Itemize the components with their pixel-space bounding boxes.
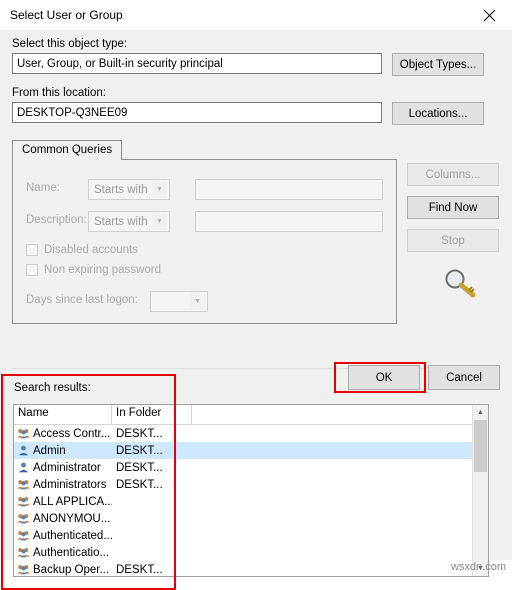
row-folder-cell: DESKT... xyxy=(116,444,163,457)
column-header-in-folder[interactable]: In Folder xyxy=(112,405,192,424)
row-folder-cell: DESKT... xyxy=(116,563,163,576)
group-icon xyxy=(17,427,30,440)
object-type-input[interactable]: User, Group, or Built-in security princi… xyxy=(12,53,382,74)
table-row[interactable]: Access Contr... DESKT... xyxy=(14,425,488,442)
name-label: Name: xyxy=(26,182,60,194)
watermark: wsxdn.com xyxy=(450,561,506,573)
table-row[interactable]: Administrator DESKT... xyxy=(14,459,488,476)
description-label: Description: xyxy=(26,214,87,226)
row-folder-cell: DESKT... xyxy=(116,461,163,474)
column-header-blank[interactable] xyxy=(192,405,488,424)
user-icon xyxy=(17,461,30,474)
list-rows: Access Contr... DESKT... Admin DESKT... Admi… xyxy=(14,425,488,576)
table-row[interactable]: ANONYMOU... xyxy=(14,510,488,527)
object-type-section: Select this object type: User, Group, or… xyxy=(12,30,500,76)
group-icon xyxy=(17,512,30,525)
tab-strip: Common Queries xyxy=(12,139,500,160)
horizontal-separator xyxy=(12,368,500,369)
row-name-text: ALL APPLICA... xyxy=(33,495,112,508)
close-glyph xyxy=(483,9,496,21)
location-label: From this location: xyxy=(12,87,106,99)
row-name-cell: Administrators xyxy=(14,478,112,491)
days-since-logon-label: Days since last logon: xyxy=(26,294,138,306)
name-operator-select[interactable]: Starts with ▼ xyxy=(88,179,170,200)
tab-common-queries[interactable]: Common Queries xyxy=(12,140,123,160)
row-name-cell: Access Contr... xyxy=(14,427,112,440)
row-name-text: Backup Oper... xyxy=(33,563,110,576)
checkbox-icon[interactable] xyxy=(26,244,38,256)
cancel-button[interactable]: Cancel xyxy=(428,365,500,390)
group-icon xyxy=(17,529,30,542)
group-icon xyxy=(17,563,30,576)
ok-button[interactable]: OK xyxy=(348,365,420,390)
side-button-column: Columns... Find Now Stop xyxy=(407,159,499,324)
location-section: From this location: DESKTOP-Q3NEE09 Loca… xyxy=(12,87,500,125)
row-folder-cell: DESKT... xyxy=(116,427,163,440)
chevron-down-icon: ▼ xyxy=(152,181,167,198)
table-row[interactable]: ALL APPLICA... xyxy=(14,493,488,510)
table-row[interactable]: Admin DESKT... xyxy=(14,442,488,459)
row-name-text: Authenticatio... xyxy=(33,546,110,559)
location-row: DESKTOP-Q3NEE09 Locations... xyxy=(12,102,500,125)
object-type-label: Select this object type: xyxy=(12,38,128,50)
group-icon xyxy=(17,478,30,491)
row-name-cell: Authenticatio... xyxy=(14,546,112,559)
row-name-cell: Administrator xyxy=(14,461,112,474)
row-name-text: Administrator xyxy=(33,461,101,474)
group-icon xyxy=(17,546,30,559)
days-since-logon-select[interactable]: ▼ xyxy=(150,291,208,312)
scrollbar-thumb[interactable] xyxy=(474,420,487,472)
row-name-cell: ALL APPLICA... xyxy=(14,495,112,508)
non-expiring-password-label: Non expiring password xyxy=(44,264,161,276)
search-results-label: Search results: xyxy=(14,382,91,394)
stop-button[interactable]: Stop xyxy=(407,229,499,252)
location-input[interactable]: DESKTOP-Q3NEE09 xyxy=(12,102,382,123)
row-name-text: Admin xyxy=(33,444,66,457)
query-panel: Common Queries Name: Starts with ▼ Descr… xyxy=(12,139,500,324)
row-name-cell: ANONYMOU... xyxy=(14,512,112,525)
column-header-name[interactable]: Name xyxy=(14,405,112,424)
name-operator-value: Starts with xyxy=(94,183,148,196)
title-bar: Select User or Group xyxy=(0,0,512,30)
chevron-down-icon: ▼ xyxy=(152,213,167,230)
scroll-up-icon[interactable]: ▲ xyxy=(473,405,488,420)
window-title: Select User or Group xyxy=(10,8,123,22)
row-name-text: Authenticated... xyxy=(33,529,112,542)
list-header: Name In Folder xyxy=(14,405,488,425)
description-value-input[interactable] xyxy=(195,211,383,232)
table-row[interactable]: Backup Oper... DESKT... xyxy=(14,561,488,576)
row-name-text: Access Contr... xyxy=(33,427,111,440)
object-type-row: User, Group, or Built-in security princi… xyxy=(12,53,500,76)
vertical-scrollbar[interactable]: ▲ ▼ xyxy=(472,405,488,576)
common-queries-panel: Name: Starts with ▼ Description: Starts … xyxy=(12,159,397,324)
table-row[interactable]: Administrators DESKT... xyxy=(14,476,488,493)
checkbox-icon[interactable] xyxy=(26,264,38,276)
disabled-accounts-label: Disabled accounts xyxy=(44,244,138,256)
table-row[interactable]: Authenticatio... xyxy=(14,544,488,561)
description-operator-value: Starts with xyxy=(94,215,148,228)
find-now-button[interactable]: Find Now xyxy=(407,196,499,219)
chevron-down-icon: ▼ xyxy=(190,293,205,310)
row-name-text: ANONYMOU... xyxy=(33,512,111,525)
group-icon xyxy=(17,495,30,508)
table-row[interactable]: Authenticated... xyxy=(14,527,488,544)
row-name-cell: Admin xyxy=(14,444,112,457)
name-value-input[interactable] xyxy=(195,179,383,200)
row-name-cell: Authenticated... xyxy=(14,529,112,542)
row-name-cell: Backup Oper... xyxy=(14,563,112,576)
close-icon[interactable] xyxy=(467,0,512,30)
search-magnifier-icon xyxy=(443,268,499,301)
object-types-button[interactable]: Object Types... xyxy=(392,53,484,76)
non-expiring-password-checkbox-row[interactable]: Non expiring password xyxy=(26,264,161,276)
locations-button[interactable]: Locations... xyxy=(392,102,484,125)
row-folder-cell: DESKT... xyxy=(116,478,163,491)
disabled-accounts-checkbox-row[interactable]: Disabled accounts xyxy=(26,244,138,256)
user-icon xyxy=(17,444,30,457)
dialog-body: Select this object type: User, Group, or… xyxy=(0,30,512,590)
search-results-list[interactable]: Name In Folder Access Contr... DESKT... Ad… xyxy=(13,404,489,577)
description-operator-select[interactable]: Starts with ▼ xyxy=(88,211,170,232)
row-name-text: Administrators xyxy=(33,478,107,491)
columns-button[interactable]: Columns... xyxy=(407,163,499,186)
select-user-or-group-dialog: Select User or Group Select this object … xyxy=(0,0,512,590)
